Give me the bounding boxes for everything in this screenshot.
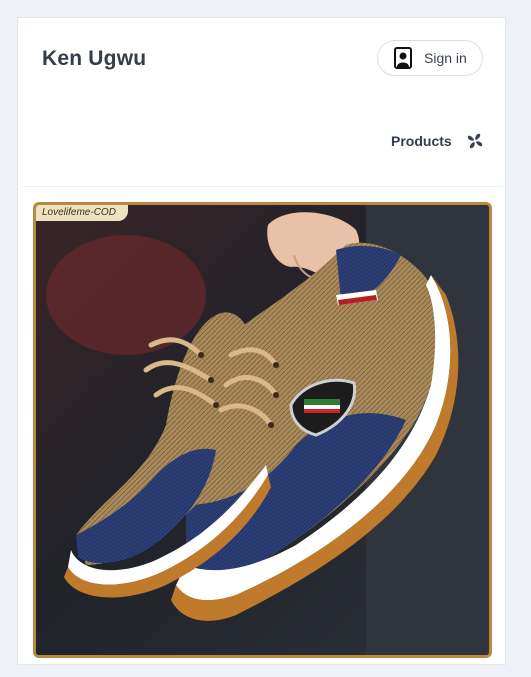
fan-icon: [466, 132, 484, 150]
shoe-photo: [36, 205, 489, 655]
sign-in-button[interactable]: Sign in: [377, 40, 483, 76]
brand-name[interactable]: Ken Ugwu: [42, 47, 146, 71]
nav-products-label: Products: [391, 133, 452, 149]
user-portrait-icon: [394, 47, 412, 69]
header: Ken Ugwu Sign in Products: [18, 18, 505, 188]
store-card: Ken Ugwu Sign in Products Lovelifeme-COD: [17, 17, 506, 665]
sign-in-label: Sign in: [424, 50, 467, 66]
nav-products[interactable]: Products: [391, 132, 484, 150]
product-image[interactable]: Lovelifeme-COD: [33, 202, 492, 658]
header-divider: [22, 186, 503, 187]
image-watermark: Lovelifeme-COD: [36, 205, 128, 221]
